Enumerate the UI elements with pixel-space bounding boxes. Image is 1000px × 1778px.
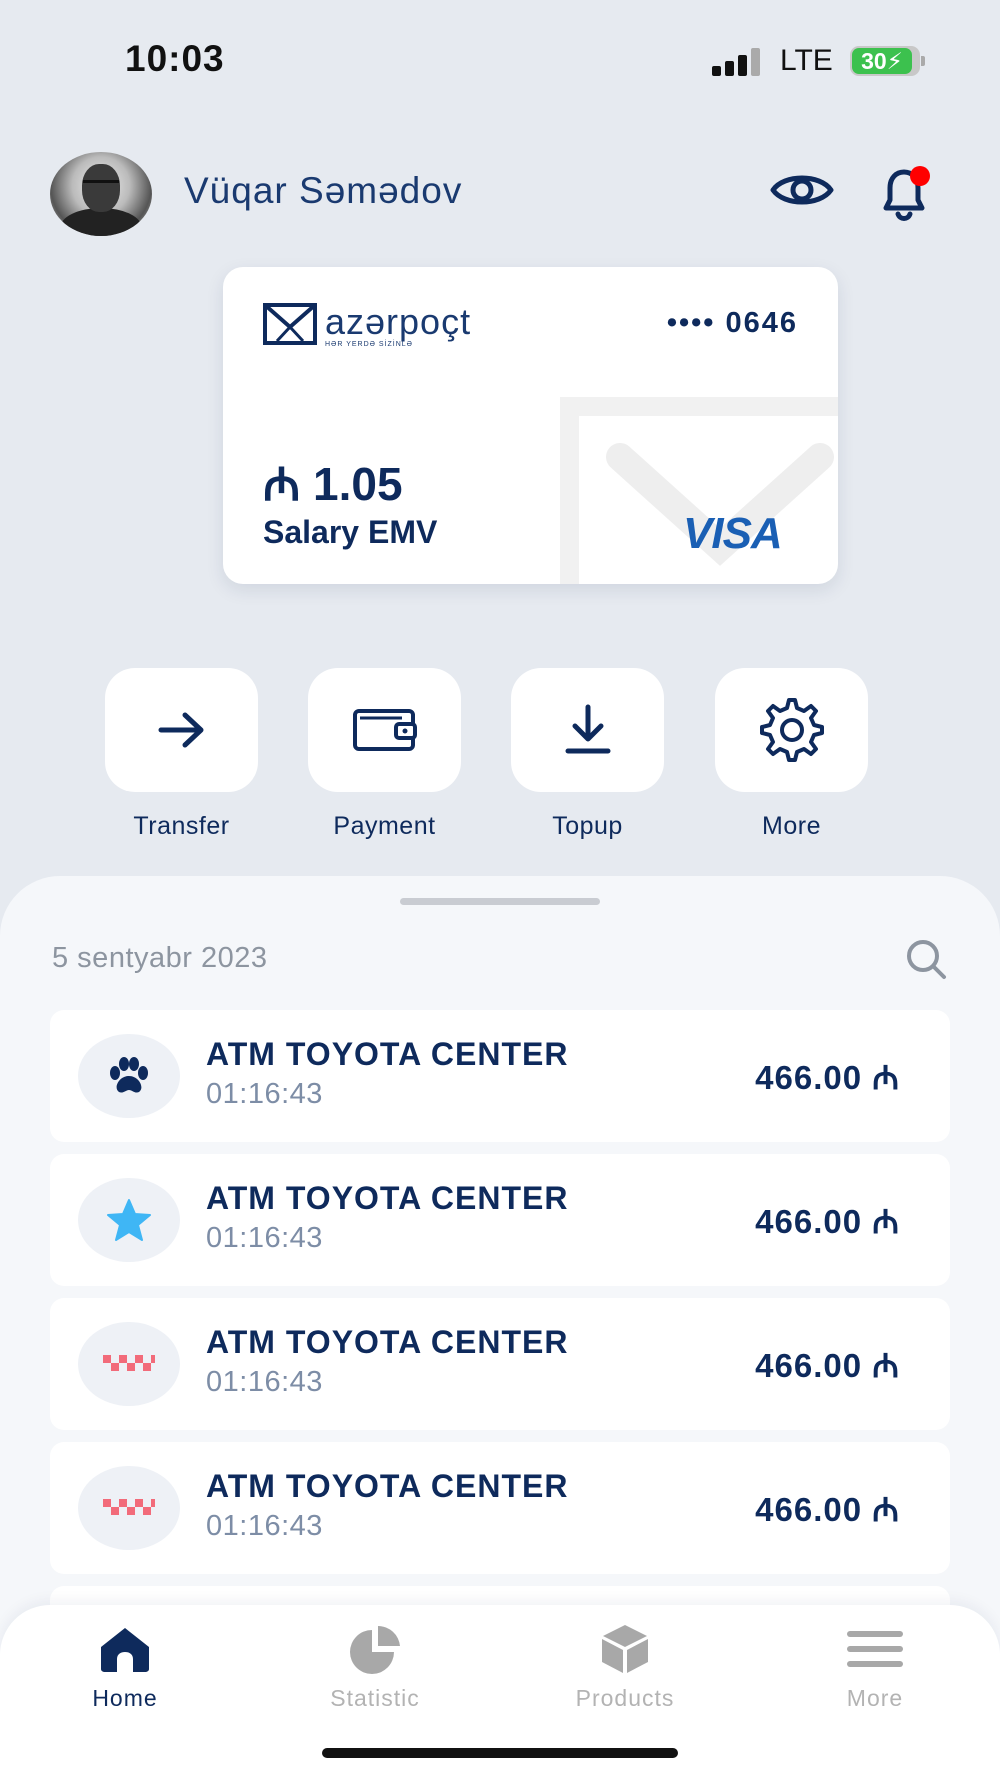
action-label: More bbox=[762, 812, 821, 840]
azerpoct-logo: azərpoçt HƏR YERDƏ SİZİNLƏ bbox=[263, 301, 493, 348]
transaction-amount: 466.00 ₼ bbox=[755, 1203, 900, 1240]
transfer-button[interactable] bbox=[105, 668, 258, 792]
user-name[interactable]: Vüqar Səmədov bbox=[184, 170, 462, 212]
transaction-row[interactable]: ATM TOYOTA CENTER 01:16:43 466.00 ₼ bbox=[50, 1442, 950, 1574]
card-brand-tagline: HƏR YERDƏ SİZİNLƏ bbox=[325, 341, 413, 348]
tab-products[interactable]: Products bbox=[500, 1605, 750, 1712]
more-button[interactable] bbox=[715, 668, 868, 792]
status-bar: 10:03 LTE 30⚡ bbox=[0, 0, 1000, 120]
transaction-time: 01:16:43 bbox=[206, 1222, 323, 1254]
taxi-checker-icon bbox=[78, 1322, 180, 1406]
transaction-amount: 466.00 ₼ bbox=[755, 1059, 900, 1096]
transaction-title: ATM TOYOTA CENTER bbox=[206, 1180, 569, 1216]
star-icon bbox=[78, 1178, 180, 1262]
transactions-date: 5 sentyabr 2023 bbox=[52, 942, 268, 974]
bank-card[interactable]: azərpoçt HƏR YERDƏ SİZİNLƏ •••• 0646 ₼ 1… bbox=[223, 267, 838, 584]
sheet-drag-handle[interactable] bbox=[400, 898, 600, 905]
action-label: Payment bbox=[333, 812, 436, 840]
menu-icon bbox=[847, 1631, 903, 1667]
download-icon bbox=[565, 704, 610, 754]
action-payment[interactable]: Payment bbox=[308, 668, 461, 841]
signal-icon bbox=[712, 48, 762, 76]
payment-button[interactable] bbox=[308, 668, 461, 792]
transaction-time: 01:16:43 bbox=[206, 1510, 323, 1542]
card-balance: ₼ 1.05 bbox=[263, 458, 403, 510]
transaction-title: ATM TOYOTA CENTER bbox=[206, 1468, 569, 1504]
action-label: Transfer bbox=[133, 812, 230, 840]
arrow-right-icon bbox=[158, 712, 203, 748]
wallet-icon bbox=[352, 709, 417, 751]
action-more[interactable]: More bbox=[715, 668, 868, 841]
visa-logo: VISA bbox=[683, 509, 783, 558]
action-transfer[interactable]: Transfer bbox=[105, 668, 258, 841]
transaction-row[interactable]: ATM TOYOTA CENTER 01:16:43 466.00 ₼ bbox=[50, 1154, 950, 1286]
transaction-time: 01:16:43 bbox=[206, 1366, 323, 1398]
network-label: LTE bbox=[780, 44, 833, 77]
search-icon[interactable] bbox=[905, 938, 947, 980]
paw-icon bbox=[78, 1034, 180, 1118]
notification-dot bbox=[910, 166, 930, 186]
tab-more[interactable]: More bbox=[750, 1605, 1000, 1712]
tab-label: More bbox=[846, 1685, 904, 1711]
tab-statistic[interactable]: Statistic bbox=[250, 1605, 500, 1712]
home-icon bbox=[101, 1628, 149, 1672]
action-topup[interactable]: Topup bbox=[511, 668, 664, 841]
pie-chart-icon bbox=[350, 1625, 400, 1674]
action-label: Topup bbox=[552, 812, 623, 840]
tab-label: Statistic bbox=[330, 1685, 420, 1711]
avatar[interactable] bbox=[50, 152, 152, 236]
card-number: •••• 0646 bbox=[666, 307, 798, 339]
card-brand: azərpoçt bbox=[325, 301, 472, 342]
card-type: Salary EMV bbox=[263, 514, 438, 550]
eye-icon[interactable] bbox=[770, 168, 834, 212]
home-indicator bbox=[322, 1748, 678, 1758]
tab-label: Home bbox=[92, 1685, 158, 1711]
status-time: 10:03 bbox=[125, 38, 225, 79]
bell-icon[interactable] bbox=[876, 164, 932, 224]
battery-icon: 30⚡ bbox=[850, 46, 925, 76]
transaction-row[interactable]: ATM TOYOTA CENTER 01:16:43 466.00 ₼ bbox=[50, 1298, 950, 1430]
topup-button[interactable] bbox=[511, 668, 664, 792]
battery-level: 30 bbox=[861, 48, 887, 74]
envelope-icon bbox=[263, 303, 317, 345]
tab-label: Products bbox=[575, 1685, 675, 1711]
taxi-checker-icon bbox=[78, 1466, 180, 1550]
transaction-time: 01:16:43 bbox=[206, 1078, 323, 1110]
box-icon bbox=[602, 1625, 648, 1673]
transaction-row[interactable]: ATM TOYOTA CENTER 01:16:43 466.00 ₼ bbox=[50, 1010, 950, 1142]
transaction-amount: 466.00 ₼ bbox=[755, 1347, 900, 1384]
tab-home[interactable]: Home bbox=[0, 1605, 250, 1712]
gear-icon bbox=[759, 698, 824, 762]
transaction-title: ATM TOYOTA CENTER bbox=[206, 1324, 569, 1360]
transaction-title: ATM TOYOTA CENTER bbox=[206, 1036, 569, 1072]
transaction-amount: 466.00 ₼ bbox=[755, 1491, 900, 1528]
